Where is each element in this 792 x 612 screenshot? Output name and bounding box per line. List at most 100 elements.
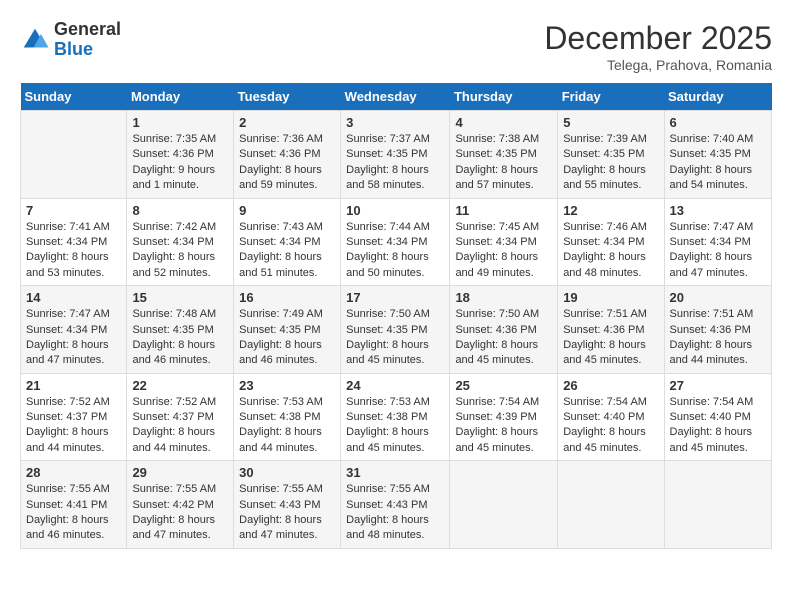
calendar-cell: 12 Sunrise: 7:46 AMSunset: 4:34 PMDayligh… [558, 198, 664, 286]
day-info: Sunrise: 7:35 AMSunset: 4:36 PMDaylight:… [132, 132, 228, 194]
week-row-4: 21Sunrise: 7:52 AMSunset: 4:37 PMDayligh… [21, 373, 772, 461]
day-info: Sunrise: 7:55 AMSunset: 4:43 PMDaylight:… [239, 482, 335, 544]
day-number: 4 [455, 115, 552, 130]
day-info: Sunrise: 7:53 AMSunset: 4:38 PMDaylight:… [346, 395, 444, 457]
day-number: 20 [670, 290, 766, 305]
page-header: General Blue December 2025 Telega, Praho… [20, 20, 772, 73]
calendar-cell: 17 Sunrise: 7:50 AMSunset: 4:35 PMDayligh… [341, 286, 450, 374]
day-number: 27 [670, 378, 766, 393]
day-number: 9 [239, 203, 335, 218]
calendar-cell: 30 Sunrise: 7:55 AMSunset: 4:43 PMDayligh… [234, 461, 341, 549]
calendar-cell: 5 Sunrise: 7:39 AMSunset: 4:35 PMDaylight… [558, 111, 664, 199]
day-number: 31 [346, 465, 444, 480]
calendar-cell: 22Sunrise: 7:52 AMSunset: 4:37 PMDayligh… [127, 373, 234, 461]
title-block: December 2025 Telega, Prahova, Romania [544, 20, 772, 73]
logo-icon [20, 25, 50, 55]
day-info: Sunrise: 7:54 AMSunset: 4:40 PMDaylight:… [563, 395, 658, 457]
calendar-cell: 16 Sunrise: 7:49 AMSunset: 4:35 PMDayligh… [234, 286, 341, 374]
day-info: Sunrise: 7:44 AMSunset: 4:34 PMDaylight:… [346, 220, 444, 282]
calendar-cell: 25 Sunrise: 7:54 AMSunset: 4:39 PMDayligh… [450, 373, 558, 461]
week-row-1: 1 Sunrise: 7:35 AMSunset: 4:36 PMDaylight… [21, 111, 772, 199]
day-number: 18 [455, 290, 552, 305]
day-number: 2 [239, 115, 335, 130]
day-number: 3 [346, 115, 444, 130]
day-number: 24 [346, 378, 444, 393]
day-info: Sunrise: 7:51 AMSunset: 4:36 PMDaylight:… [670, 307, 766, 369]
day-info: Sunrise: 7:45 AMSunset: 4:34 PMDaylight:… [455, 220, 552, 282]
day-info: Sunrise: 7:38 AMSunset: 4:35 PMDaylight:… [455, 132, 552, 194]
day-info: Sunrise: 7:50 AMSunset: 4:36 PMDaylight:… [455, 307, 552, 369]
day-number: 30 [239, 465, 335, 480]
day-number: 25 [455, 378, 552, 393]
header-day-thursday: Thursday [450, 83, 558, 111]
day-info: Sunrise: 7:40 AMSunset: 4:35 PMDaylight:… [670, 132, 766, 194]
day-number: 26 [563, 378, 658, 393]
day-info: Sunrise: 7:47 AMSunset: 4:34 PMDaylight:… [670, 220, 766, 282]
day-number: 16 [239, 290, 335, 305]
day-info: Sunrise: 7:54 AMSunset: 4:39 PMDaylight:… [455, 395, 552, 457]
week-row-3: 14Sunrise: 7:47 AMSunset: 4:34 PMDayligh… [21, 286, 772, 374]
calendar-cell: 3Sunrise: 7:37 AMSunset: 4:35 PMDaylight… [341, 111, 450, 199]
calendar-cell: 8 Sunrise: 7:42 AMSunset: 4:34 PMDaylight… [127, 198, 234, 286]
calendar-cell: 27Sunrise: 7:54 AMSunset: 4:40 PMDayligh… [664, 373, 771, 461]
logo: General Blue [20, 20, 121, 60]
calendar-cell: 26 Sunrise: 7:54 AMSunset: 4:40 PMDayligh… [558, 373, 664, 461]
header-day-monday: Monday [127, 83, 234, 111]
calendar-cell: 29 Sunrise: 7:55 AMSunset: 4:42 PMDayligh… [127, 461, 234, 549]
day-info: Sunrise: 7:41 AMSunset: 4:34 PMDaylight:… [26, 220, 121, 282]
day-info: Sunrise: 7:46 AMSunset: 4:34 PMDaylight:… [563, 220, 658, 282]
header-day-tuesday: Tuesday [234, 83, 341, 111]
day-info: Sunrise: 7:52 AMSunset: 4:37 PMDaylight:… [132, 395, 228, 457]
day-info: Sunrise: 7:36 AMSunset: 4:36 PMDaylight:… [239, 132, 335, 194]
day-info: Sunrise: 7:50 AMSunset: 4:35 PMDaylight:… [346, 307, 444, 369]
calendar-cell: 23 Sunrise: 7:53 AMSunset: 4:38 PMDayligh… [234, 373, 341, 461]
day-info: Sunrise: 7:55 AMSunset: 4:43 PMDaylight:… [346, 482, 444, 544]
calendar-cell: 18 Sunrise: 7:50 AMSunset: 4:36 PMDayligh… [450, 286, 558, 374]
logo-blue-text: Blue [54, 40, 121, 60]
calendar-cell: 2 Sunrise: 7:36 AMSunset: 4:36 PMDaylight… [234, 111, 341, 199]
day-info: Sunrise: 7:49 AMSunset: 4:35 PMDaylight:… [239, 307, 335, 369]
day-info: Sunrise: 7:52 AMSunset: 4:37 PMDaylight:… [26, 395, 121, 457]
day-info: Sunrise: 7:43 AMSunset: 4:34 PMDaylight:… [239, 220, 335, 282]
day-info: Sunrise: 7:55 AMSunset: 4:42 PMDaylight:… [132, 482, 228, 544]
day-info: Sunrise: 7:47 AMSunset: 4:34 PMDaylight:… [26, 307, 121, 369]
day-info: Sunrise: 7:39 AMSunset: 4:35 PMDaylight:… [563, 132, 658, 194]
calendar-cell: 4 Sunrise: 7:38 AMSunset: 4:35 PMDaylight… [450, 111, 558, 199]
day-number: 1 [132, 115, 228, 130]
day-number: 28 [26, 465, 121, 480]
day-number: 7 [26, 203, 121, 218]
calendar-cell: 28 Sunrise: 7:55 AMSunset: 4:41 PMDayligh… [21, 461, 127, 549]
calendar-cell [450, 461, 558, 549]
calendar-cell: 11 Sunrise: 7:45 AMSunset: 4:34 PMDayligh… [450, 198, 558, 286]
day-number: 12 [563, 203, 658, 218]
day-number: 15 [132, 290, 228, 305]
calendar-table: SundayMondayTuesdayWednesdayThursdayFrid… [20, 83, 772, 549]
day-number: 13 [670, 203, 766, 218]
calendar-cell: 31 Sunrise: 7:55 AMSunset: 4:43 PMDayligh… [341, 461, 450, 549]
calendar-cell [664, 461, 771, 549]
calendar-cell: 15Sunrise: 7:48 AMSunset: 4:35 PMDayligh… [127, 286, 234, 374]
header-day-sunday: Sunday [21, 83, 127, 111]
calendar-cell: 9 Sunrise: 7:43 AMSunset: 4:34 PMDaylight… [234, 198, 341, 286]
calendar-cell: 20 Sunrise: 7:51 AMSunset: 4:36 PMDayligh… [664, 286, 771, 374]
calendar-cell: 21Sunrise: 7:52 AMSunset: 4:37 PMDayligh… [21, 373, 127, 461]
header-day-wednesday: Wednesday [341, 83, 450, 111]
day-number: 8 [132, 203, 228, 218]
day-info: Sunrise: 7:53 AMSunset: 4:38 PMDaylight:… [239, 395, 335, 457]
calendar-cell: 6 Sunrise: 7:40 AMSunset: 4:35 PMDaylight… [664, 111, 771, 199]
day-number: 29 [132, 465, 228, 480]
calendar-cell: 19Sunrise: 7:51 AMSunset: 4:36 PMDayligh… [558, 286, 664, 374]
calendar-cell: 1 Sunrise: 7:35 AMSunset: 4:36 PMDaylight… [127, 111, 234, 199]
day-number: 23 [239, 378, 335, 393]
day-number: 10 [346, 203, 444, 218]
day-number: 19 [563, 290, 658, 305]
day-number: 6 [670, 115, 766, 130]
day-info: Sunrise: 7:42 AMSunset: 4:34 PMDaylight:… [132, 220, 228, 282]
day-info: Sunrise: 7:55 AMSunset: 4:41 PMDaylight:… [26, 482, 121, 544]
week-row-2: 7 Sunrise: 7:41 AMSunset: 4:34 PMDaylight… [21, 198, 772, 286]
day-number: 5 [563, 115, 658, 130]
day-number: 17 [346, 290, 444, 305]
header-day-friday: Friday [558, 83, 664, 111]
logo-general-text: General [54, 20, 121, 40]
day-number: 11 [455, 203, 552, 218]
